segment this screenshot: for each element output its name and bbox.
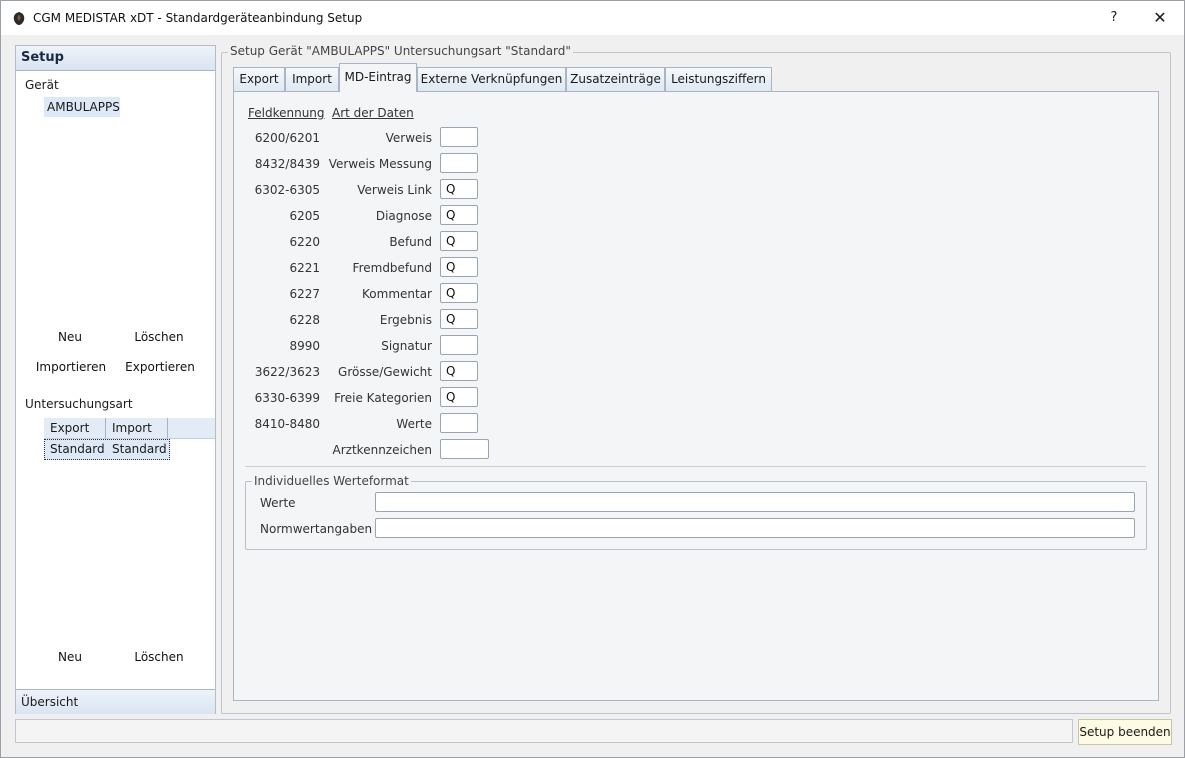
close-button[interactable]: ✕ xyxy=(1147,7,1173,29)
normwert-label: Normwertangaben xyxy=(260,522,373,536)
export-button[interactable]: Exportieren xyxy=(124,360,196,374)
werte-format-input[interactable] xyxy=(375,492,1135,512)
field-code: 6227 xyxy=(289,287,320,301)
column-separator xyxy=(167,418,168,438)
field-code: 6228 xyxy=(289,313,320,327)
tab-leistungsziffern[interactable]: Leistungsziffern xyxy=(665,67,772,91)
data-type-label: Diagnose xyxy=(375,209,432,223)
field-code: 8432/8439 xyxy=(254,157,320,171)
group-title: Setup Gerät "AMBULAPPS" Untersuchungsart… xyxy=(228,44,573,58)
field-code: 6220 xyxy=(289,235,320,249)
column-header-export[interactable]: Export xyxy=(50,421,89,435)
kommentar-field[interactable]: Q xyxy=(440,283,478,303)
new-device-button[interactable]: Neu xyxy=(50,330,90,344)
field-code: 3622/3623 xyxy=(254,365,320,379)
exam-type-grid-header: Export Import xyxy=(44,418,215,439)
app-window: CGM MEDISTAR xDT - Standardgeräteanbindu… xyxy=(0,0,1185,758)
arztkennzeichen-field[interactable] xyxy=(440,439,489,459)
tab-zusatzeintraege[interactable]: Zusatzeinträge xyxy=(566,67,665,91)
werte-label: Werte xyxy=(260,496,296,510)
tab-export[interactable]: Export xyxy=(233,67,285,91)
delete-exam-button[interactable]: Löschen xyxy=(132,650,186,664)
field-code: 8410-8480 xyxy=(254,417,320,431)
normwert-input[interactable] xyxy=(375,518,1135,538)
tab-import[interactable]: Import xyxy=(285,67,339,91)
device-list-item[interactable]: AMBULAPPS xyxy=(44,97,120,117)
overview-button[interactable]: Übersicht xyxy=(16,689,215,714)
data-type-label: Kommentar xyxy=(362,287,432,301)
field-code: 6221 xyxy=(289,261,320,275)
app-logo-icon xyxy=(13,12,25,25)
befund-field[interactable]: Q xyxy=(440,231,478,251)
data-type-label: Verweis Messung xyxy=(328,157,432,171)
data-type-label: Grösse/Gewicht xyxy=(338,365,432,379)
window-title: CGM MEDISTAR xDT - Standardgeräteanbindu… xyxy=(33,11,363,25)
status-bar xyxy=(15,719,1073,743)
fremdbefund-field[interactable]: Q xyxy=(440,257,478,277)
verweis-field[interactable] xyxy=(440,127,478,147)
column-header-import[interactable]: Import xyxy=(112,421,152,435)
data-type-label: Verweis xyxy=(385,131,432,145)
exam-import-cell: Standard xyxy=(112,442,167,456)
field-code: 6200/6201 xyxy=(254,131,320,145)
section-divider xyxy=(245,466,1146,467)
verweis-link-field[interactable]: Q xyxy=(440,179,478,199)
column-field-id: Feldkennung xyxy=(248,106,325,120)
verweis-messung-field[interactable] xyxy=(440,153,478,173)
data-type-label: Freie Kategorien xyxy=(334,391,432,405)
tab-externe-verknuepfungen[interactable]: Externe Verknüpfungen xyxy=(417,67,566,91)
field-code: 6302-6305 xyxy=(254,183,320,197)
column-data-type: Art der Daten xyxy=(332,106,414,120)
data-type-label: Fremdbefund xyxy=(352,261,432,275)
data-type-label: Werte xyxy=(396,417,432,431)
data-type-label: Befund xyxy=(389,235,432,249)
device-label: Gerät xyxy=(25,78,59,92)
exam-type-row[interactable]: Standard Standard xyxy=(44,439,170,460)
data-type-label: Signatur xyxy=(381,339,432,353)
exam-export-cell: Standard xyxy=(50,442,105,456)
field-code: 6205 xyxy=(289,209,320,223)
signatur-field[interactable] xyxy=(440,335,478,355)
title-bar: CGM MEDISTAR xDT - Standardgeräteanbindu… xyxy=(1,1,1184,35)
setup-sidebar: Setup Gerät AMBULAPPS Neu Löschen Import… xyxy=(15,45,216,714)
werte-field[interactable] xyxy=(440,413,478,433)
data-type-label: Verweis Link xyxy=(357,183,432,197)
import-button[interactable]: Importieren xyxy=(34,360,108,374)
column-separator xyxy=(105,418,106,438)
sidebar-header: Setup xyxy=(16,46,215,71)
exam-type-label: Untersuchungsart xyxy=(25,397,133,411)
freie-kategorien-field[interactable]: Q xyxy=(440,387,478,407)
delete-device-button[interactable]: Löschen xyxy=(132,330,186,344)
groesse-gewicht-field[interactable]: Q xyxy=(440,361,478,381)
ergebnis-field[interactable]: Q xyxy=(440,309,478,329)
field-code: 8990 xyxy=(289,339,320,353)
diagnose-field[interactable]: Q xyxy=(440,205,478,225)
new-exam-button[interactable]: Neu xyxy=(50,650,90,664)
data-type-label: Arztkennzeichen xyxy=(332,443,432,457)
finish-setup-button[interactable]: Setup beenden xyxy=(1078,719,1172,745)
field-code: 6330-6399 xyxy=(254,391,320,405)
data-type-label: Ergebnis xyxy=(379,313,432,327)
individual-format-title: Individuelles Werteformat xyxy=(252,474,411,488)
help-button[interactable]: ? xyxy=(1101,7,1127,29)
tab-md-eintrag[interactable]: MD-Eintrag xyxy=(339,63,417,92)
